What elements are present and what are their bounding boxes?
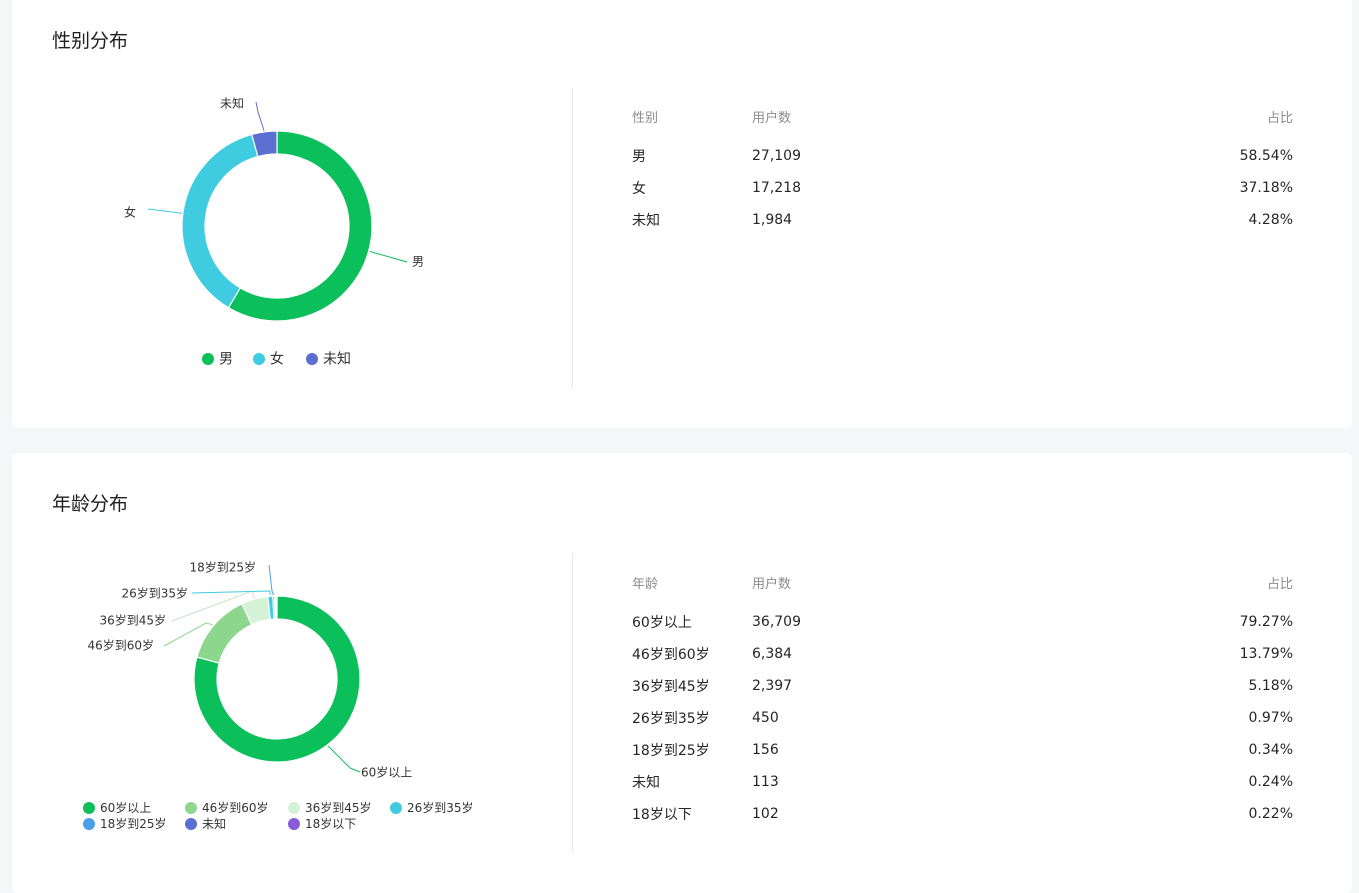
cell-users: 17,218 — [752, 180, 801, 196]
legend-marker[interactable] — [390, 802, 402, 814]
gender-divider — [572, 88, 573, 388]
cell-ratio: 0.34% — [1248, 742, 1293, 758]
table-header-row: 性别 用户数 占比 — [632, 105, 1293, 140]
cell-ratio: 37.18% — [1239, 180, 1293, 196]
age-table: 年龄 用户数 占比 60岁以上 36,709 79.27% 46岁到60岁 6,… — [632, 571, 1293, 830]
cell-ratio: 13.79% — [1239, 646, 1293, 662]
legend-marker[interactable] — [253, 353, 265, 365]
gender-donut-chart: 男女未知男女未知 — [124, 97, 424, 368]
cell-users: 1,984 — [752, 212, 793, 228]
slice-label: 18岁到25岁 — [189, 560, 256, 575]
label-leader-line — [255, 101, 265, 132]
gender-table: 性别 用户数 占比 男 27,109 58.54% 女 17,218 37.18… — [632, 105, 1293, 236]
slice-label: 46岁到60岁 — [87, 638, 154, 653]
legend-label[interactable]: 60岁以上 — [100, 800, 151, 815]
donut-slice-6[interactable] — [275, 595, 278, 620]
table-row: 18岁到25岁 156 0.34% — [632, 734, 1293, 766]
cell-ratio: 0.24% — [1248, 774, 1293, 790]
column-header-ratio: 占比 — [1266, 110, 1293, 126]
cell-users: 113 — [752, 774, 779, 790]
label-leader-line — [369, 250, 408, 263]
column-header-users: 用户数 — [752, 576, 792, 592]
legend-label[interactable]: 未知 — [323, 351, 351, 368]
cell-category: 36岁到45岁 — [632, 679, 710, 695]
legend-marker[interactable] — [185, 802, 197, 814]
legend-marker[interactable] — [288, 802, 300, 814]
cell-users: 36,709 — [752, 614, 801, 630]
legend-label[interactable]: 26岁到35岁 — [407, 800, 474, 815]
cell-ratio: 0.97% — [1248, 710, 1293, 726]
legend-marker[interactable] — [83, 818, 95, 830]
cell-ratio: 0.22% — [1248, 806, 1293, 822]
column-header-users: 用户数 — [752, 110, 792, 126]
cell-category: 未知 — [632, 213, 660, 229]
cell-users: 450 — [752, 710, 779, 726]
cell-category: 18岁以下 — [632, 807, 692, 823]
table-row: 60岁以上 36,709 79.27% — [632, 606, 1293, 638]
table-row: 46岁到60岁 6,384 13.79% — [632, 638, 1293, 670]
table-header-row: 年龄 用户数 占比 — [632, 571, 1293, 606]
legend-label[interactable]: 36岁到45岁 — [305, 800, 372, 815]
table-row: 36岁到45岁 2,397 5.18% — [632, 670, 1293, 702]
cell-ratio: 58.54% — [1239, 148, 1293, 164]
legend-label[interactable]: 46岁到60岁 — [202, 800, 269, 815]
cell-ratio: 79.27% — [1239, 614, 1293, 630]
column-header-gender: 性别 — [632, 110, 659, 126]
cell-category: 46岁到60岁 — [632, 647, 710, 663]
label-leader-line — [327, 745, 361, 773]
cell-users: 102 — [752, 806, 779, 822]
legend-marker[interactable] — [306, 353, 318, 365]
donut-slice-1[interactable] — [196, 602, 253, 664]
table-row: 男 27,109 58.54% — [632, 140, 1293, 172]
cell-category: 男 — [632, 149, 646, 165]
column-header-ratio: 占比 — [1266, 576, 1293, 592]
slice-label: 男 — [412, 255, 424, 269]
legend-marker[interactable] — [185, 818, 197, 830]
gender-distribution-card: 性别分布 男女未知男女未知 性别 用户数 占比 男 27,109 58.54% … — [12, 0, 1352, 428]
age-distribution-card: 年龄分布 60岁以上 46岁到60岁 36岁到45岁 26岁到35岁 18岁到25岁 60… — [12, 453, 1352, 893]
cell-category: 18岁到25岁 — [632, 743, 710, 759]
column-header-age: 年龄 — [632, 576, 659, 592]
table-row: 女 17,218 37.18% — [632, 172, 1293, 204]
cell-category: 26岁到35岁 — [632, 711, 710, 727]
age-divider — [572, 553, 573, 853]
table-row: 未知 1,984 4.28% — [632, 204, 1293, 236]
cell-users: 6,384 — [752, 646, 793, 662]
legend-label[interactable]: 18岁以下 — [305, 816, 356, 831]
slice-label: 36岁到45岁 — [99, 613, 166, 628]
cell-category: 未知 — [632, 775, 660, 791]
legend-label[interactable]: 女 — [270, 351, 284, 368]
cell-ratio: 4.28% — [1248, 212, 1293, 228]
legend-marker[interactable] — [83, 802, 95, 814]
slice-label: 女 — [124, 205, 136, 220]
table-row: 26岁到35岁 450 0.97% — [632, 702, 1293, 734]
slice-label: 26岁到35岁 — [121, 586, 188, 601]
table-row: 18岁以下 102 0.22% — [632, 798, 1293, 830]
donut-slice-1[interactable] — [181, 133, 259, 309]
legend-marker[interactable] — [288, 818, 300, 830]
cell-users: 27,109 — [752, 148, 801, 164]
cell-users: 156 — [752, 742, 779, 758]
legend-label[interactable]: 未知 — [202, 817, 226, 831]
legend-label[interactable]: 男 — [219, 352, 233, 368]
legend-label[interactable]: 18岁到25岁 — [100, 816, 167, 831]
cell-category: 女 — [632, 181, 646, 197]
slice-label: 60岁以上 — [361, 765, 412, 780]
label-leader-line — [191, 590, 271, 596]
cell-category: 60岁以上 — [632, 615, 692, 631]
cell-users: 2,397 — [752, 678, 793, 694]
age-donut-chart: 60岁以上46岁到60岁36岁到45岁26岁到35岁18岁到25岁60岁以上 46… — [83, 560, 474, 831]
cell-ratio: 5.18% — [1248, 678, 1293, 694]
legend-marker[interactable] — [202, 353, 214, 365]
label-leader-line — [147, 208, 182, 214]
table-row: 未知 113 0.24% — [632, 766, 1293, 798]
slice-label: 未知 — [220, 97, 244, 111]
